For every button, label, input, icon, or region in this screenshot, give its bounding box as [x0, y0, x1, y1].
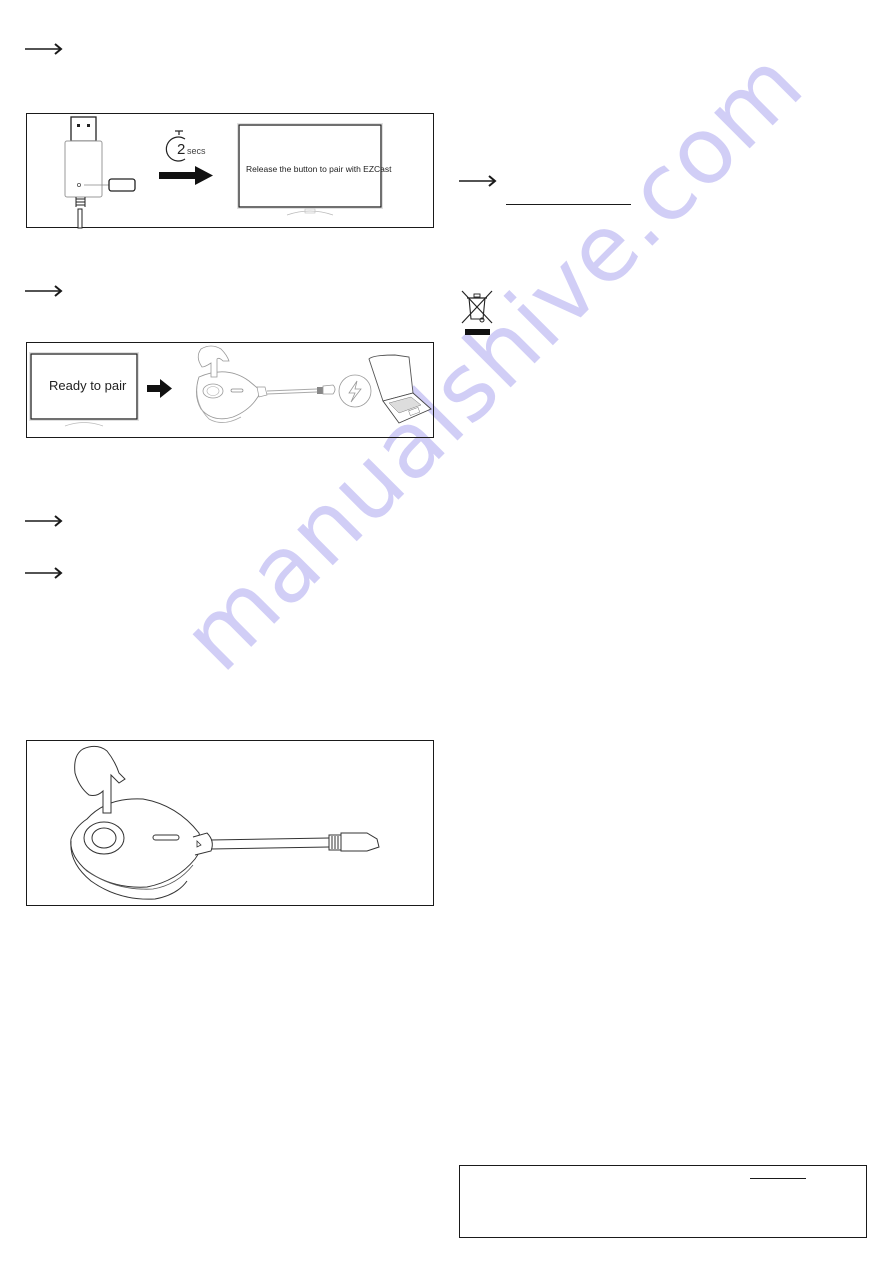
note-arrow-icon: [25, 43, 63, 55]
note-arrow-icon: [25, 285, 63, 297]
note-arrow-icon: [25, 515, 63, 527]
tv-message-ready: Ready to pair: [49, 378, 127, 393]
tv-message-release: Release the button to pair with EZCast: [246, 164, 392, 174]
figure-2-ready-to-pair: Ready to pair: [26, 342, 434, 438]
link-underline[interactable]: [506, 204, 631, 206]
dongle-press-illustration: [70, 745, 380, 900]
figure-1-hold-button: 2 secs Release the button to pair with E…: [26, 113, 434, 229]
note-arrow-icon: [459, 175, 497, 187]
imprint-box: [459, 1165, 867, 1238]
weee-crossed-bin-icon: [461, 290, 493, 335]
figure-3-press-button: [26, 740, 434, 906]
note-arrow-icon: [25, 567, 63, 579]
right-arrow-icon: [159, 166, 213, 185]
link-underline[interactable]: [750, 1178, 806, 1180]
timer-unit: secs: [187, 146, 206, 156]
timer-number: 2: [177, 141, 186, 158]
